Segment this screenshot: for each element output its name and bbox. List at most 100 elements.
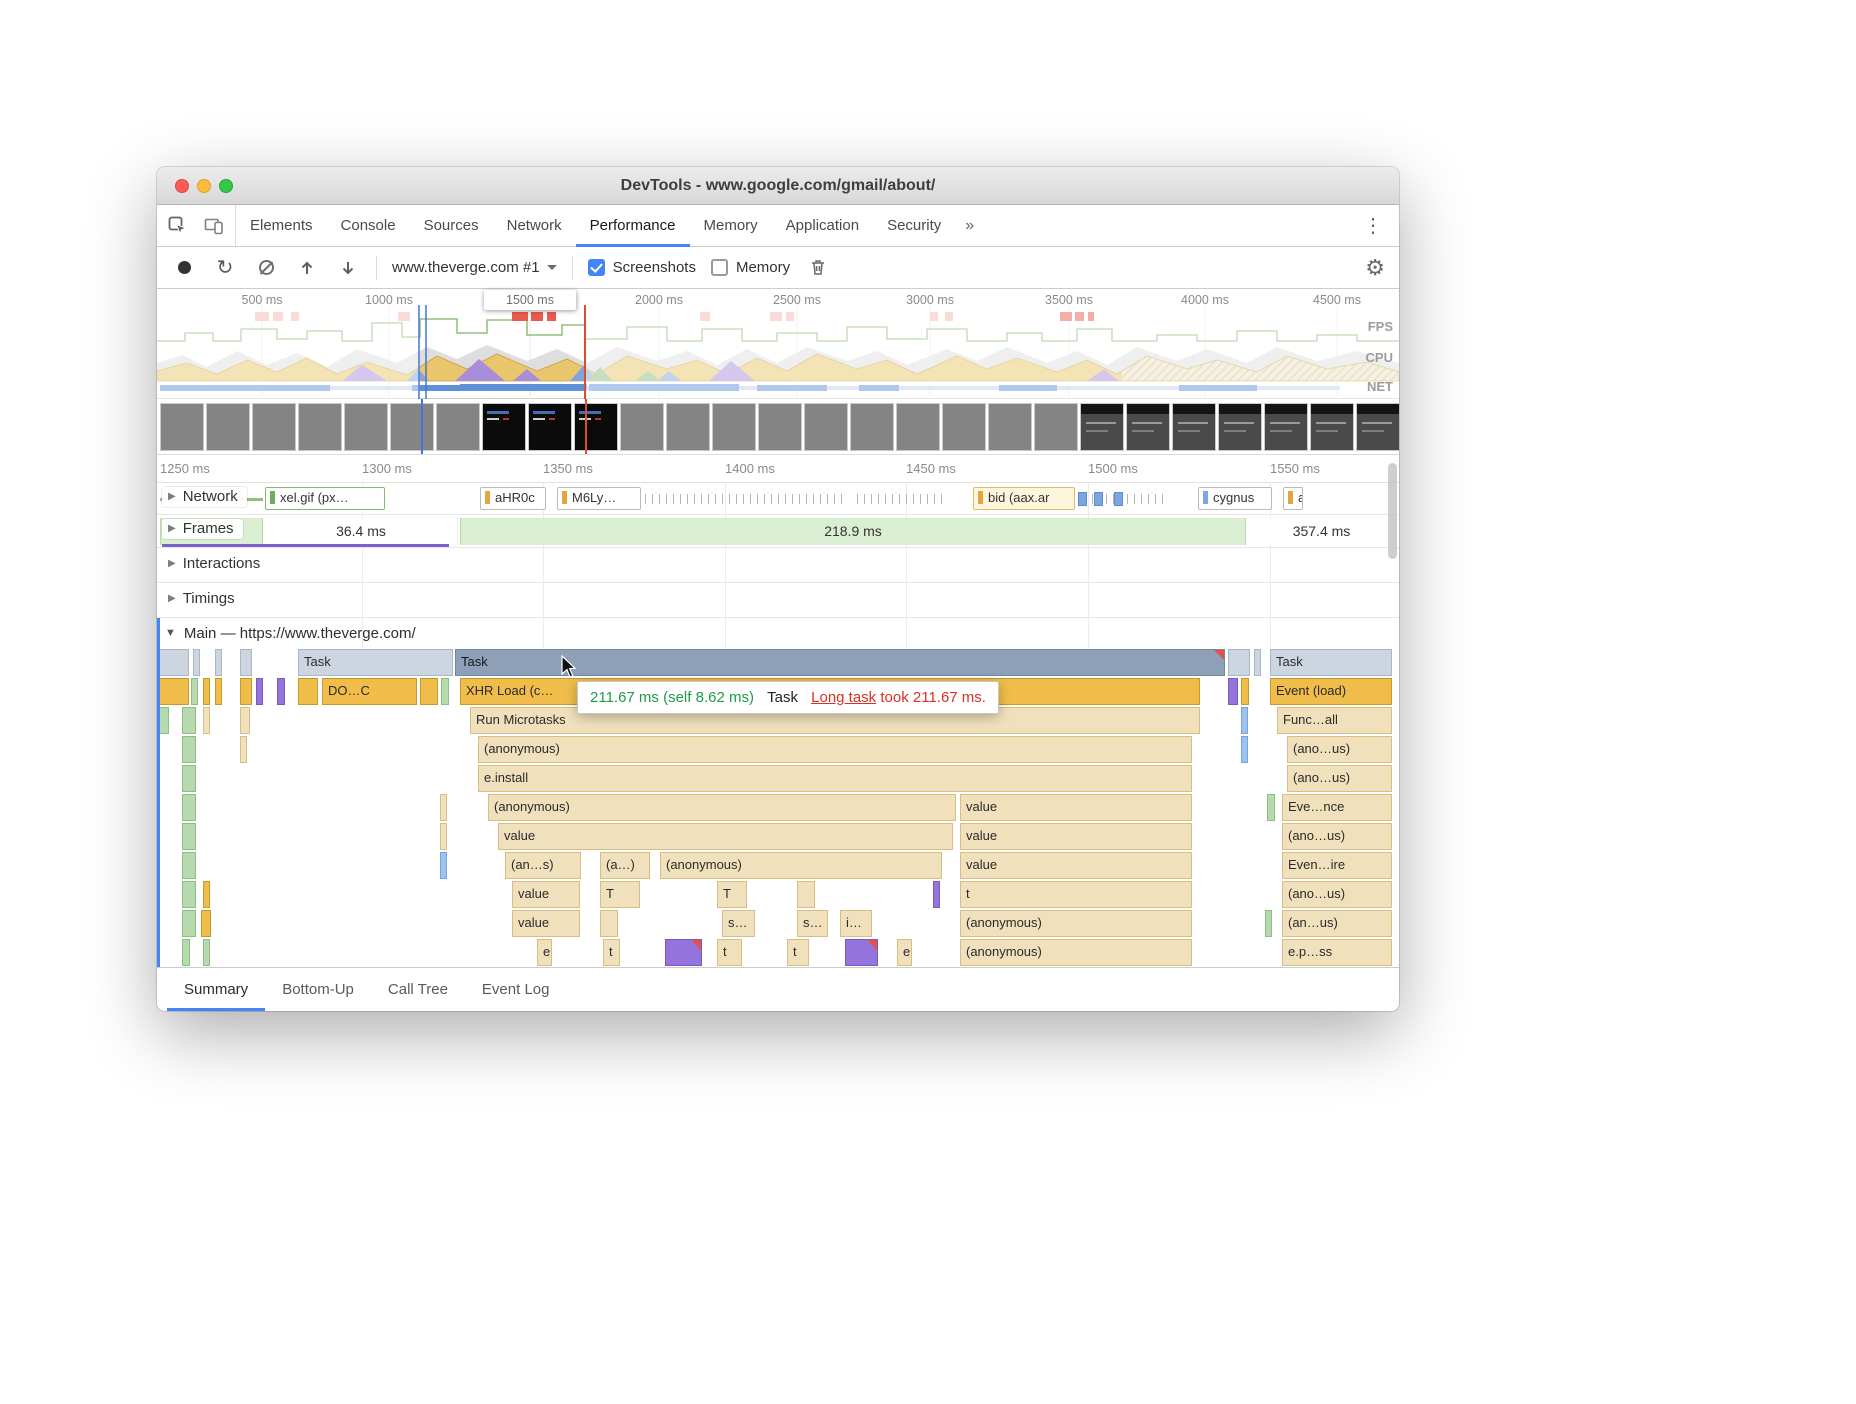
filmstrip-thumbnail[interactable] — [160, 403, 204, 451]
filmstrip-thumbnail[interactable] — [1080, 403, 1124, 451]
flame-bar[interactable]: (anonymous) — [488, 794, 956, 821]
flame-bar[interactable]: i… — [840, 910, 872, 937]
filmstrip-thumbnail[interactable] — [1034, 403, 1078, 451]
flame-bar[interactable]: value — [960, 794, 1192, 821]
title-bar[interactable]: DevTools - www.google.com/gmail/about/ — [157, 167, 1399, 205]
flame-bar[interactable]: (ano…us) — [1287, 736, 1392, 763]
flame-bar[interactable] — [203, 939, 210, 966]
timings-track[interactable]: ▶ Timings — [157, 583, 1399, 618]
flame-bar[interactable]: e — [897, 939, 912, 966]
interactions-track-header[interactable]: ▶ Interactions — [162, 554, 269, 574]
flame-bar[interactable] — [182, 707, 196, 734]
network-request[interactable]: a — [1283, 487, 1303, 510]
flame-bar[interactable]: DO…C — [322, 678, 417, 705]
filmstrip-thumbnail[interactable] — [850, 403, 894, 451]
save-profile-icon[interactable] — [335, 255, 361, 281]
flame-bar[interactable] — [182, 823, 196, 850]
flame-bar[interactable] — [1254, 649, 1261, 676]
memory-checkbox[interactable]: Memory — [711, 259, 790, 276]
frame-block[interactable]: 357.4 ms — [1248, 518, 1396, 545]
flame-bar[interactable] — [159, 678, 189, 705]
flame-bar[interactable] — [182, 881, 196, 908]
flame-bar[interactable] — [182, 794, 196, 821]
flame-bar[interactable] — [201, 910, 211, 937]
tab-security[interactable]: Security — [873, 205, 955, 246]
flame-bar[interactable] — [182, 910, 196, 937]
filmstrip-thumbnail[interactable] — [298, 403, 342, 451]
flame-bar[interactable] — [240, 736, 247, 763]
filmstrip-thumbnail[interactable] — [1264, 403, 1308, 451]
flame-bar[interactable]: (a…) — [600, 852, 650, 879]
filmstrip-thumbnail[interactable] — [1356, 403, 1399, 451]
flame-bar[interactable] — [1265, 910, 1272, 937]
filmstrip-thumbnail[interactable] — [252, 403, 296, 451]
flame-bar[interactable]: (anonymous) — [960, 939, 1192, 966]
flame-bar[interactable]: value — [960, 852, 1192, 879]
flame-bar[interactable] — [665, 939, 702, 966]
profile-select[interactable]: www.theverge.com #1 — [392, 259, 557, 276]
flame-bar[interactable]: e — [537, 939, 552, 966]
flame-bar[interactable]: t — [960, 881, 1192, 908]
flame-chart[interactable]: 211.67 ms (self 8.62 ms) Task Long task … — [157, 648, 1399, 967]
filmstrip-thumbnail[interactable] — [1172, 403, 1216, 451]
garbage-collect-icon[interactable] — [805, 255, 831, 281]
filmstrip-thumbnail[interactable] — [988, 403, 1032, 451]
settings-gear-icon[interactable]: ⚙ — [1365, 255, 1385, 281]
flame-bar[interactable]: value — [960, 823, 1192, 850]
filmstrip-thumbnail[interactable] — [482, 403, 526, 451]
flame-bar[interactable]: value — [512, 910, 580, 937]
filmstrip-thumbnail[interactable] — [666, 403, 710, 451]
flame-bar[interactable]: value — [512, 881, 580, 908]
vertical-scrollbar-thumb[interactable] — [1388, 463, 1397, 559]
network-request[interactable]: cygnus — [1198, 487, 1272, 510]
filmstrip-thumbnail[interactable] — [206, 403, 250, 451]
flame-bar[interactable] — [240, 707, 250, 734]
flame-bar[interactable] — [182, 939, 190, 966]
flame-bar[interactable]: Event (load) — [1270, 678, 1392, 705]
flame-bar[interactable] — [182, 852, 196, 879]
devtools-menu-icon[interactable]: ⋮ — [1347, 205, 1399, 246]
load-profile-icon[interactable] — [294, 255, 320, 281]
flame-bar[interactable]: (an…s) — [505, 852, 581, 879]
flame-bar[interactable] — [797, 881, 815, 908]
flame-bar[interactable] — [159, 707, 169, 734]
flame-bar[interactable] — [1241, 707, 1248, 734]
flame-bar[interactable] — [1228, 678, 1238, 705]
filmstrip-thumbnail[interactable] — [528, 403, 572, 451]
bottom-tab-summary[interactable]: Summary — [167, 968, 265, 1011]
flame-bar[interactable]: (an…us) — [1282, 910, 1392, 937]
long-task-link[interactable]: Long task — [811, 689, 876, 706]
flame-bar[interactable] — [203, 707, 210, 734]
flame-bar[interactable] — [845, 939, 878, 966]
filmstrip-thumbnail[interactable] — [1218, 403, 1262, 451]
flame-bar[interactable]: value — [498, 823, 953, 850]
flame-bar[interactable] — [203, 881, 210, 908]
flame-bar[interactable] — [182, 736, 196, 763]
flame-bar[interactable]: (ano…us) — [1282, 881, 1392, 908]
bottom-tab-event-log[interactable]: Event Log — [465, 968, 567, 1011]
flame-bar[interactable] — [182, 765, 196, 792]
network-request[interactable]: M6Ly… — [557, 487, 641, 510]
network-track[interactable]: ▶ Network xel.gif (px…aHR0cM6Ly…bid (aax… — [157, 483, 1399, 515]
flame-bar[interactable]: s… — [797, 910, 828, 937]
flame-bar[interactable]: T — [717, 881, 747, 908]
flame-bar[interactable] — [240, 649, 252, 676]
flame-bar[interactable] — [203, 678, 210, 705]
screenshots-checkbox-box[interactable] — [588, 259, 605, 276]
flame-bar[interactable]: t — [787, 939, 809, 966]
flame-bar[interactable]: (ano…us) — [1282, 823, 1392, 850]
flame-bar[interactable]: T — [600, 881, 640, 908]
minimize-window-button[interactable] — [197, 179, 211, 193]
flame-bar[interactable]: (anonymous) — [960, 910, 1192, 937]
time-ruler[interactable]: 1250 ms1300 ms1350 ms1400 ms1450 ms1500 … — [157, 455, 1399, 483]
clear-recording-icon[interactable] — [253, 255, 279, 281]
bottom-tab-call-tree[interactable]: Call Tree — [371, 968, 465, 1011]
inspect-element-icon[interactable] — [165, 213, 191, 239]
reload-and-record-icon[interactable]: ↻ — [212, 255, 238, 281]
tab-sources[interactable]: Sources — [410, 205, 493, 246]
network-request[interactable]: bid (aax.ar — [973, 487, 1075, 510]
flame-bar[interactable]: Func…all — [1277, 707, 1392, 734]
tab-elements[interactable]: Elements — [236, 205, 327, 246]
flame-bar[interactable] — [298, 678, 318, 705]
filmstrip-thumbnail[interactable] — [574, 403, 618, 451]
